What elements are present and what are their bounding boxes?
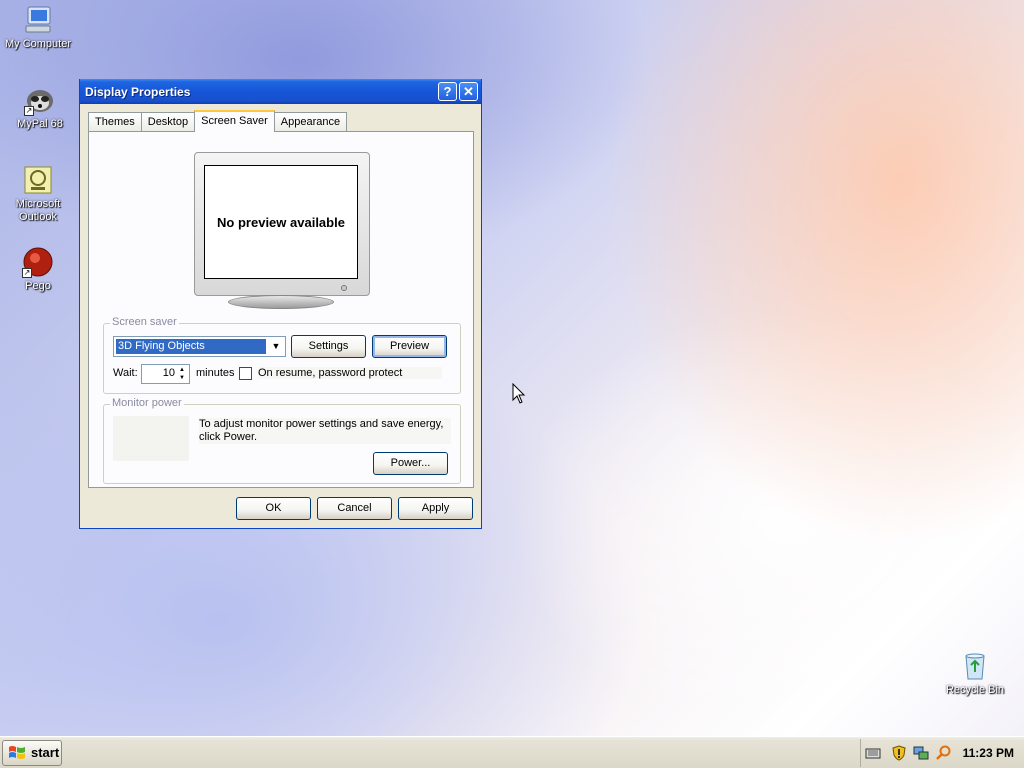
title-bar[interactable]: Display Properties ? ✕ bbox=[80, 79, 481, 104]
password-protect-checkbox[interactable] bbox=[239, 367, 252, 380]
screen-saver-group: Screen saver 3D Flying Objects ▼ Setting… bbox=[103, 316, 461, 394]
minutes-label: minutes bbox=[196, 367, 235, 379]
wait-minutes-value[interactable]: 10 bbox=[142, 367, 175, 379]
password-protect-label[interactable]: On resume, password protect bbox=[258, 367, 442, 379]
energy-star-image bbox=[113, 416, 189, 461]
preview-screen: No preview available bbox=[204, 165, 358, 279]
desktop-icon-label: MyPal 68 bbox=[17, 118, 63, 130]
desktop-icon-pego[interactable]: ↗ Pego bbox=[0, 246, 76, 293]
cancel-button[interactable]: Cancel bbox=[317, 497, 392, 520]
mypal-icon: ↗ bbox=[24, 84, 56, 116]
wait-minutes-spinner[interactable]: 10 ▲ ▼ bbox=[141, 364, 190, 384]
clock[interactable]: 11:23 PM bbox=[963, 746, 1014, 760]
security-shield-icon[interactable] bbox=[891, 745, 907, 761]
desktop-icon-label: Microsoft Outlook bbox=[15, 198, 61, 223]
outlook-icon bbox=[22, 164, 54, 196]
group-title: Monitor power bbox=[110, 397, 184, 409]
screen-saver-panel: No preview available Screen saver 3D Fly… bbox=[88, 131, 474, 488]
tab-strip: Themes Desktop Screen Saver Appearance bbox=[88, 110, 348, 132]
desktop-icon-mypal[interactable]: ↗ MyPal 68 bbox=[2, 84, 78, 131]
tab-desktop[interactable]: Desktop bbox=[140, 112, 196, 132]
monitor-stand bbox=[228, 295, 334, 309]
screen-saver-selected: 3D Flying Objects bbox=[115, 338, 267, 355]
screen-saver-select[interactable]: 3D Flying Objects ▼ bbox=[113, 336, 286, 357]
power-button[interactable]: Power... bbox=[373, 452, 448, 475]
tab-themes[interactable]: Themes bbox=[88, 112, 142, 132]
close-button[interactable]: ✕ bbox=[459, 82, 478, 101]
search-icon[interactable] bbox=[935, 745, 951, 761]
preview-button[interactable]: Preview bbox=[372, 335, 447, 358]
desktop-icon-my-computer[interactable]: My Computer bbox=[0, 4, 76, 51]
settings-button[interactable]: Settings bbox=[291, 335, 366, 358]
ok-button[interactable]: OK bbox=[236, 497, 311, 520]
desktop-icon-recycle-bin[interactable]: Recycle Bin bbox=[937, 650, 1013, 697]
chevron-down-icon[interactable]: ▼ bbox=[268, 338, 284, 355]
wait-label: Wait: bbox=[113, 367, 138, 379]
start-label: start bbox=[31, 745, 60, 760]
my-computer-icon bbox=[22, 4, 54, 36]
monitor-preview: No preview available bbox=[194, 152, 370, 312]
pego-icon: ↗ bbox=[22, 246, 54, 278]
windows-logo-icon bbox=[9, 746, 25, 759]
apply-button[interactable]: Apply bbox=[398, 497, 473, 520]
tab-appearance[interactable]: Appearance bbox=[273, 112, 348, 132]
taskbar: start 11:23 PM bbox=[0, 736, 1024, 768]
tab-screen-saver[interactable]: Screen Saver bbox=[194, 110, 275, 132]
system-tray: 11:23 PM bbox=[860, 739, 1022, 767]
network-icon[interactable] bbox=[913, 745, 929, 761]
preview-message: No preview available bbox=[217, 214, 345, 230]
monitor-power-description: To adjust monitor power settings and sav… bbox=[199, 418, 451, 444]
mouse-cursor-icon bbox=[512, 383, 526, 404]
power-led-icon bbox=[341, 285, 347, 291]
desktop-icon-label: Pego bbox=[25, 280, 51, 292]
monitor-icon: No preview available bbox=[194, 152, 370, 296]
recycle-bin-icon bbox=[959, 650, 991, 682]
desktop-icon-label: My Computer bbox=[4, 38, 72, 50]
display-properties-window: Display Properties ? ✕ Themes Desktop Sc… bbox=[79, 79, 482, 529]
monitor-power-group: Monitor power To adjust monitor power se… bbox=[103, 397, 461, 484]
shortcut-arrow-icon: ↗ bbox=[24, 106, 34, 116]
shortcut-arrow-icon: ↗ bbox=[22, 268, 32, 278]
spinner-arrows-icon[interactable]: ▲ ▼ bbox=[176, 366, 188, 382]
desktop-icon-label: Recycle Bin bbox=[945, 684, 1005, 696]
help-button[interactable]: ? bbox=[438, 82, 457, 101]
keyboard-icon[interactable] bbox=[865, 745, 881, 761]
desktop-icon-outlook[interactable]: Microsoft Outlook bbox=[0, 164, 76, 224]
start-button[interactable]: start bbox=[2, 740, 62, 766]
window-title: Display Properties bbox=[85, 84, 191, 99]
group-title: Screen saver bbox=[110, 316, 179, 328]
